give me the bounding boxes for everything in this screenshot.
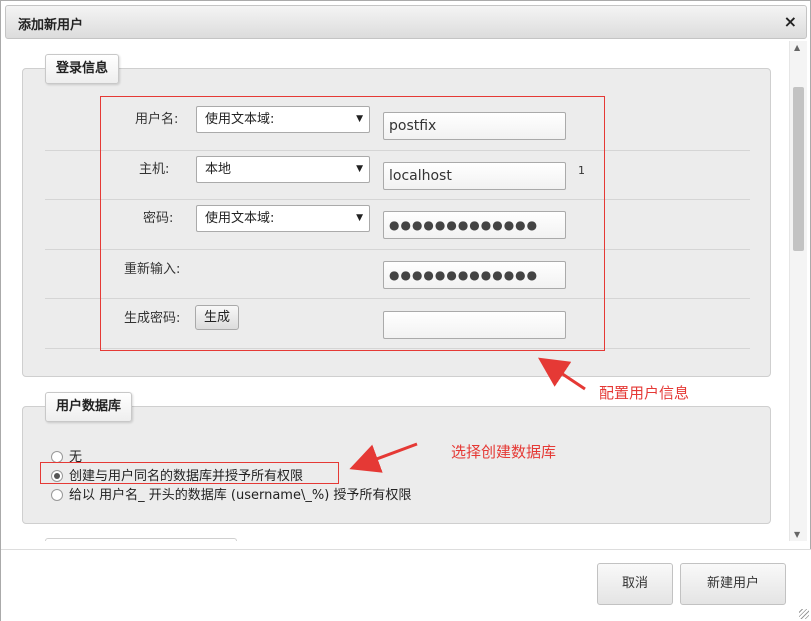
radio-none[interactable] <box>51 450 63 463</box>
resize-handle-icon[interactable] <box>799 609 809 619</box>
content-scrollbar[interactable]: ▲ ▼ <box>789 41 807 541</box>
add-user-dialog: 添加新用户 × 登录信息 用户名: 使用文本域: ▼ postfix 主机: 本… <box>0 0 811 621</box>
dialog-footer: 取消 新建用户 <box>1 549 811 621</box>
highlight-create-db-option <box>40 462 339 484</box>
db-option-prefix[interactable]: 给以 用户名_ 开头的数据库 (username\_%) 授予所有权限 <box>51 484 412 503</box>
close-icon[interactable]: × <box>784 12 797 31</box>
highlight-login-fields <box>100 96 605 351</box>
next-section-peek <box>45 538 237 541</box>
dialog-titlebar[interactable]: 添加新用户 × <box>5 5 807 39</box>
annotation-config-user-info: 配置用户信息 <box>599 384 690 402</box>
login-info-legend: 登录信息 <box>45 54 120 84</box>
user-database-legend: 用户数据库 <box>45 392 133 422</box>
annotation-select-create-db: 选择创建数据库 <box>451 443 557 461</box>
db-option-prefix-label: 给以 用户名_ 开头的数据库 (username\_%) 授予所有权限 <box>69 488 412 503</box>
scroll-down-icon[interactable]: ▼ <box>794 530 800 539</box>
dialog-title: 添加新用户 <box>18 18 84 33</box>
dialog-content: 登录信息 用户名: 使用文本域: ▼ postfix 主机: 本地 ▼ loca… <box>5 41 808 541</box>
radio-prefix[interactable] <box>51 488 63 501</box>
create-user-button[interactable]: 新建用户 <box>680 563 786 605</box>
scrollbar-thumb[interactable] <box>793 87 804 251</box>
scroll-up-icon[interactable]: ▲ <box>794 43 800 52</box>
cancel-button[interactable]: 取消 <box>597 563 673 605</box>
